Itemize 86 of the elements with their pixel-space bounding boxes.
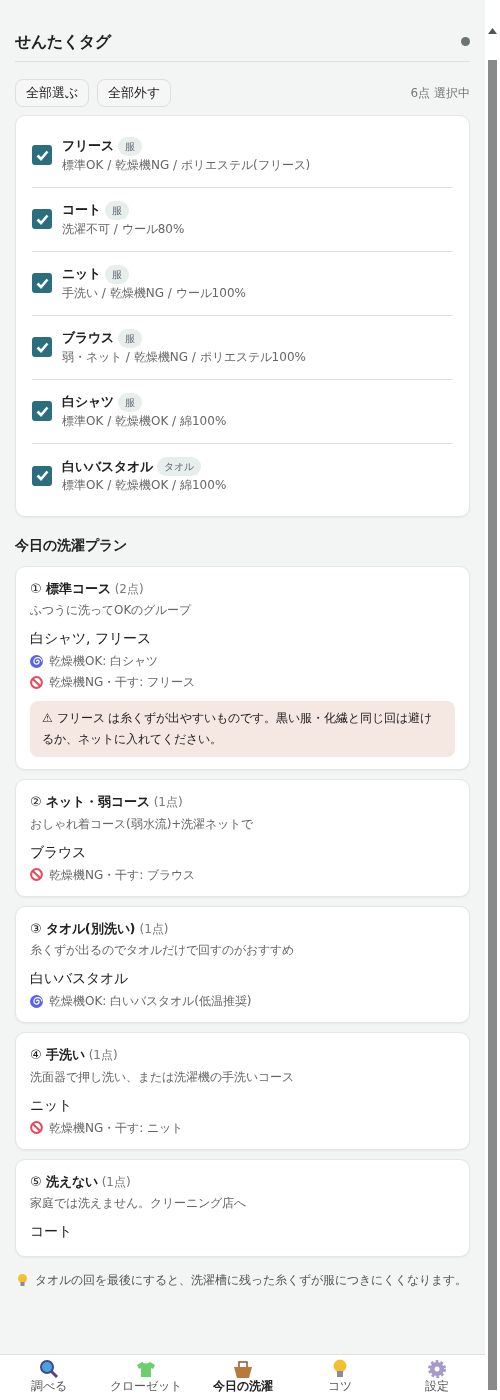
dryer-note: 乾燥機NG・干す: フリース <box>49 674 196 692</box>
category-tag: 服 <box>118 328 142 348</box>
nav-tab[interactable]: コツ <box>291 1355 388 1400</box>
checkbox[interactable] <box>32 209 52 230</box>
item-count: (1点) <box>153 794 183 812</box>
category-tag: 服 <box>105 200 129 220</box>
course-description: 洗面器で押し洗い、または洗濯機の手洗いコース <box>30 1068 295 1086</box>
dryer-note: 乾燥機OK: 白いバスタオル(低温推奨) <box>49 993 252 1011</box>
lightbulb-icon <box>18 1273 27 1287</box>
category-tag: 服 <box>118 136 142 156</box>
item-name: 白シャツ <box>62 393 114 412</box>
scrollbar-thumb[interactable] <box>488 60 497 1390</box>
category-tag: タオル <box>157 457 201 477</box>
basket-icon <box>232 1359 253 1379</box>
status-dot <box>461 37 470 47</box>
check-icon <box>35 341 49 353</box>
item-details: 洗濯不可 / ウール80% <box>62 220 185 238</box>
section-title: 今日の洗濯プラン <box>15 535 128 555</box>
item-name: コート <box>62 201 101 220</box>
item-count: (1点) <box>139 920 169 938</box>
item-details: 弱・ネット / 乾燥機NG / ポリエステル100% <box>62 348 306 366</box>
spiral-icon <box>30 654 43 668</box>
spiral-icon <box>30 994 43 1008</box>
page-title: せんたくタグ <box>15 32 111 52</box>
item-count: (1点) <box>101 1173 131 1191</box>
warning-message: ⚠ フリース は糸くずが出やすいものです。黒い服・化繊と同じ回は避けるか、ネットに入れてください。 <box>30 701 455 758</box>
course-items: ニット <box>30 1095 73 1115</box>
checkbox[interactable] <box>32 145 52 166</box>
nav-tab[interactable]: クローゼット <box>97 1355 194 1400</box>
check-icon <box>35 470 49 482</box>
prohibited-icon <box>30 868 43 882</box>
course-name: 洗えない <box>45 1172 98 1191</box>
action-button[interactable]: 全部外す <box>97 79 171 107</box>
action-button[interactable]: 全部選ぶ <box>15 79 89 107</box>
check-icon <box>35 277 49 289</box>
course-number: ① <box>30 579 42 598</box>
course-name: 手洗い <box>45 1046 85 1065</box>
checkbox[interactable] <box>32 337 52 358</box>
item-details: 標準OK / 乾燥機OK / 綿100% <box>62 412 227 430</box>
gear-icon <box>426 1359 447 1379</box>
check-icon <box>35 213 49 225</box>
checkbox[interactable] <box>32 465 52 486</box>
item-name: フリース <box>62 137 114 156</box>
dryer-note: 乾燥機NG・干す: ブラウス <box>49 866 196 884</box>
course-description: ふつうに洗ってOKのグループ <box>30 602 193 620</box>
category-tag: 服 <box>105 264 129 284</box>
item-count: (1点) <box>88 1047 118 1065</box>
prohibited-icon <box>30 1121 43 1135</box>
selection-count: 6点 選択中 <box>410 84 470 102</box>
item-name: ニット <box>62 265 101 284</box>
course-items: 白シャツ, フリース <box>30 629 152 649</box>
shirt-icon <box>135 1359 156 1379</box>
course-number: ② <box>30 793 42 812</box>
item-details: 手洗い / 乾燥機NG / ウール100% <box>62 284 246 302</box>
tip-text: タオルの回を最後にすると、洗濯槽に残った糸くずが服につきにくくなります。 <box>35 1272 467 1290</box>
check-icon <box>35 149 49 161</box>
item-count: (2点) <box>114 580 144 598</box>
nav-tab[interactable]: 今日の洗濯 <box>194 1355 291 1400</box>
item-details: 標準OK / 乾燥機OK / 綿100% <box>62 477 227 495</box>
course-name: 標準コース <box>45 579 111 598</box>
course-items: コート <box>30 1222 73 1242</box>
course-number: ③ <box>30 919 42 938</box>
course-description: 糸くずが出るのでタオルだけで回すのがおすすめ <box>30 942 295 960</box>
course-name: ネット・弱コース <box>45 793 150 812</box>
item-name: ブラウス <box>62 329 114 348</box>
prohibited-icon <box>30 675 43 689</box>
course-items: 白いバスタオル <box>30 969 129 989</box>
checkbox[interactable] <box>32 273 52 294</box>
item-details: 標準OK / 乾燥機NG / ポリエステル(フリース) <box>62 156 311 174</box>
course-description: おしゃれ着コース(弱水流)+洗濯ネットで <box>30 815 255 833</box>
checkbox[interactable] <box>32 401 52 422</box>
nav-tab[interactable]: 調べる <box>0 1355 97 1400</box>
course-number: ④ <box>30 1046 42 1065</box>
dryer-note: 乾燥機OK: 白シャツ <box>49 653 159 671</box>
magnifier-icon <box>38 1359 59 1379</box>
nav-tab[interactable]: 設定 <box>388 1355 485 1400</box>
item-name: 白いバスタオル <box>62 457 153 476</box>
lightbulb-icon <box>332 1359 347 1379</box>
dryer-note: 乾燥機NG・干す: ニット <box>49 1119 184 1137</box>
category-tag: 服 <box>118 392 142 412</box>
check-icon <box>35 405 49 417</box>
course-description: 家庭では洗えません。クリーニング店へ <box>30 1195 247 1213</box>
scroll-up-icon[interactable] <box>488 28 497 34</box>
course-name: タオル(別洗い) <box>45 919 136 938</box>
course-number: ⑤ <box>30 1172 42 1191</box>
course-items: ブラウス <box>30 842 87 862</box>
